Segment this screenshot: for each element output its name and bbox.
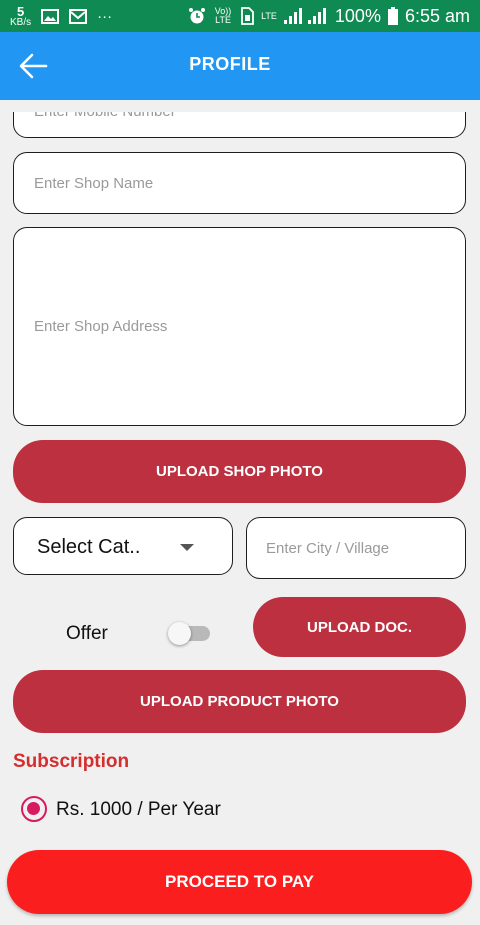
offer-label: Offer [66,623,108,644]
battery-icon [387,7,398,25]
network-speed-value: 5 [16,3,25,19]
page-title-overlay: PROFILE [189,54,271,74]
shop-address-field[interactable]: Enter Shop Address [13,227,466,426]
radio-selected-dot [27,802,40,815]
chevron-down-icon [180,544,194,551]
upload-doc-button[interactable]: UPLOAD DOC. [253,597,466,657]
subscription-option-label[interactable]: Rs. 1000 / Per Year [56,799,221,821]
subscription-radio[interactable] [21,796,47,822]
app-bar-overlay: PROFILE [0,32,480,100]
signal-icon [283,8,326,24]
category-selected-value: Select Cat.. [37,536,141,558]
shop-name-placeholder: Enter Shop Name [34,175,154,192]
sim-icon [241,7,254,25]
more-notifications-icon: ··· [97,7,113,25]
status-bar: 5 KB/s ··· Vo)) LTE LTE 100% 6:55 am [0,0,480,32]
lte-indicator: LTE [261,10,277,21]
city-village-placeholder: Enter City / Village [266,540,390,557]
shop-name-field[interactable]: Enter Shop Name [13,152,466,214]
proceed-to-pay-button[interactable]: PROCEED TO PAY [7,850,472,914]
gallery-icon [41,8,60,24]
volte-indicator: Vo)) LTE [214,6,232,25]
upload-product-photo-button[interactable]: UPLOAD PRODUCT PHOTO [13,670,466,733]
scroll-fade [0,100,480,112]
battery-percent: 100% [334,5,381,26]
offer-toggle[interactable] [168,622,212,645]
network-speed: 5 KB/s [10,3,32,28]
offer-toggle-thumb [168,622,191,645]
upload-shop-photo-button[interactable]: UPLOAD SHOP PHOTO [13,440,466,503]
subscription-title: Subscription [13,751,130,772]
clock: 6:55 am [404,5,470,26]
category-select[interactable]: Select Cat.. [13,517,233,575]
alarm-icon [189,8,206,24]
shop-address-placeholder: Enter Shop Address [34,318,168,335]
city-village-field[interactable]: Enter City / Village [246,517,466,579]
network-speed-unit: KB/s [10,16,32,28]
mail-icon [69,8,88,24]
